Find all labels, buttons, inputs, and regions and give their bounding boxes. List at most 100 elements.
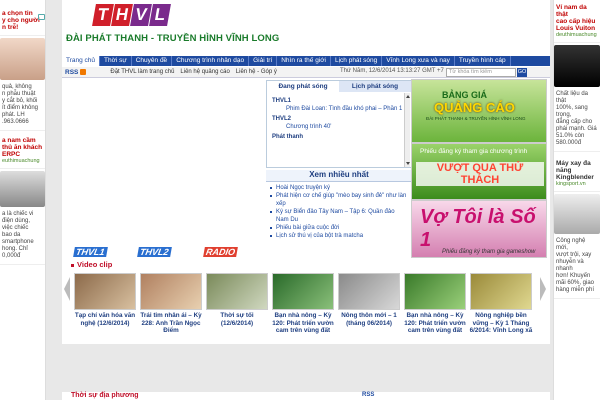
right-ad-2[interactable]: Chất liệu da thật 100%, sang trọng, đẳng…: [554, 89, 600, 152]
station-name: ĐÀI PHÁT THANH - TRUYỀN HÌNH VĨNH LONG: [66, 33, 280, 44]
local-news-heading[interactable]: Thời sự địa phương: [71, 392, 139, 399]
radio-channel-link[interactable]: RADIO: [203, 247, 238, 257]
left-ad-3-image[interactable]: [0, 171, 45, 207]
local-news-rss[interactable]: RSS: [362, 392, 374, 398]
sub-bar: RSS Đặt THVL làm trang chủ Liên hệ quảng…: [62, 67, 550, 78]
rss-link[interactable]: RSS: [65, 68, 87, 76]
carousel-prev-arrow[interactable]: [64, 277, 70, 301]
schedule-scrollbar[interactable]: [404, 93, 410, 167]
list-item[interactable]: Phát hiện cơ chế giúp "mèo bay sinh đẻ" …: [270, 192, 408, 208]
set-homepage-link[interactable]: Đặt THVL làm trang chủ: [110, 69, 174, 75]
logo-letter: L: [149, 4, 171, 26]
right-ad-3-image[interactable]: [554, 194, 600, 234]
current-date: Thứ Năm, 12/6/2014 13:13:27 GMT +7: [340, 68, 444, 74]
video-clip-section: Video clip Tạp chí văn hóa văn nghệ (12/…: [62, 260, 550, 344]
video-caption[interactable]: Bạn nhà nông – Kỳ 120: Phát triển vườn c…: [270, 312, 336, 335]
video-thumbnail[interactable]: [206, 273, 268, 310]
search-input[interactable]: Từ khóa tìm kiếm: [446, 68, 516, 77]
video-item[interactable]: Thời sự tối (12/6/2014): [204, 273, 270, 335]
video-item[interactable]: Bạn nhà nông – Kỳ 120: Phát triển vườn c…: [402, 273, 468, 335]
nav-topics[interactable]: Chuyên đề: [132, 56, 173, 66]
nav-schedule[interactable]: Lịch phát sóng: [331, 56, 383, 66]
list-item[interactable]: Lịch sử thú vị của bột trà matcha: [270, 232, 408, 240]
page: a chọn tin y cho người n trễ! quả, không…: [0, 0, 600, 400]
left-ad-1-image[interactable]: [0, 38, 45, 80]
video-thumbnail[interactable]: [140, 273, 202, 310]
challenge-banner[interactable]: Phiếu đăng ký tham gia chương trình VƯỢT…: [411, 143, 547, 200]
video-item[interactable]: Trái tim nhân ái – Kỳ 228: Anh Trần Ngọc…: [138, 273, 204, 335]
right-ad-1[interactable]: Ví nam da thật cao cấp hiệu Louis Vuiton…: [554, 0, 600, 43]
banner-text: Vợ Tôi là Số 1: [420, 206, 536, 251]
most-viewed-panel: Xem nhiều nhất Hoài Ngọc truyện ký Phát …: [266, 170, 412, 258]
rss-label: RSS: [65, 68, 79, 76]
nav-vinhlong[interactable]: Vĩnh Long xưa và nay: [382, 56, 455, 66]
video-thumbnail[interactable]: [404, 273, 466, 310]
nav-entertainment[interactable]: Giải trí: [249, 56, 278, 66]
list-item[interactable]: Phiếu bài giữa cuộc đời: [270, 224, 408, 232]
right-ad-2-text: Chất liệu da thật 100%, sang trọng, đẳng…: [556, 91, 597, 146]
channel-name[interactable]: Phát thanh: [272, 133, 406, 141]
right-ad-3[interactable]: Máy xay đa năng Kingblender kingsport.vn: [554, 152, 600, 192]
left-ad-4[interactable]: a là chiếc vi điện dùng, việc chiếc bao …: [0, 209, 45, 265]
feedback-link[interactable]: Liên hệ - Góp ý: [236, 69, 277, 75]
most-viewed-title: Xem nhiều nhất: [266, 170, 412, 182]
left-ad-3-title: a nam cầm thủ ăn khách ERPC: [2, 137, 43, 158]
rss-icon: [80, 68, 87, 75]
left-ad-2[interactable]: quả, không n phẫu thuật y cắt bỏ, khối í…: [0, 82, 45, 131]
banner-text: VƯỢT QUA THỬ THÁCH: [416, 162, 544, 186]
left-ad-3-site: euthimuachung: [2, 158, 40, 164]
left-ad-4-text: a là chiếc vi điện dùng, việc chiếc bao …: [2, 211, 34, 259]
channel-program[interactable]: Phim Đài Loan: Tình đầu khó phai – Phần …: [272, 105, 406, 113]
search-button[interactable]: GO: [517, 68, 527, 77]
tab-now-playing[interactable]: Đang phát sóng: [267, 81, 339, 92]
video-caption[interactable]: Thời sự tối (12/6/2014): [204, 312, 270, 327]
live-list: THVL1 Phim Đài Loan: Tình đầu khó phai –…: [267, 92, 411, 168]
video-thumbnail[interactable]: [74, 273, 136, 310]
ad-price-banner[interactable]: BẢNG GIÁ QUẢNG CÁO ĐÀI PHÁT THANH & TRUY…: [411, 79, 547, 143]
right-ad-4[interactable]: Công nghệ mới, vượt trội, xay nhuyễn và …: [554, 236, 600, 299]
thvl1-channel-link[interactable]: THVL1: [73, 247, 108, 257]
video-item[interactable]: Nông thôn mới – 1 (tháng 06/2014): [336, 273, 402, 335]
thvl-logo[interactable]: T H V L: [92, 4, 171, 26]
tab-schedule[interactable]: Lịch phát sóng: [339, 81, 411, 92]
left-ad-3[interactable]: a nam cầm thủ ăn khách ERPC euthimuachun…: [0, 131, 45, 169]
ad-choices-icon[interactable]: [38, 14, 45, 20]
main-content: T H V L ĐÀI PHÁT THANH - TRUYỀN HÌNH VĨN…: [62, 0, 550, 400]
right-ad-3-title: Máy xay đa năng Kingblender: [556, 160, 594, 181]
banner-text: Phiếu đăng ký tham gia chương trình: [420, 148, 528, 155]
video-item[interactable]: Tạp chí văn hóa văn nghệ (12/6/2014): [72, 273, 138, 335]
video-caption[interactable]: Nông thôn mới – 1 (tháng 06/2014): [336, 312, 402, 327]
right-ad-column: Ví nam da thật cao cấp hiệu Louis Vuiton…: [553, 0, 600, 400]
video-caption[interactable]: Tạp chí văn hóa văn nghệ (12/6/2014): [72, 312, 138, 327]
nav-programs[interactable]: Chương trình nhân dạo: [172, 56, 250, 66]
right-ad-4-text: Công nghệ mới, vượt trội, xay nhuyễn và …: [556, 238, 595, 293]
video-thumbnail[interactable]: [272, 273, 334, 310]
video-caption[interactable]: Bạn nhà nông – Kỳ 120: Phát triển vườn c…: [402, 312, 468, 335]
local-news-header: Thời sự địa phương RSS: [62, 392, 550, 400]
channel-program[interactable]: Chương trình 40': [272, 123, 406, 131]
thvl2-channel-link[interactable]: THVL2: [137, 247, 172, 257]
video-caption[interactable]: Nông nghiệp bền vững – Kỳ 1 Tháng 6/2014…: [468, 312, 534, 335]
video-item[interactable]: Nông nghiệp bền vững – Kỳ 1 Tháng 6/2014…: [468, 273, 534, 335]
ad-contact-link[interactable]: Liên hệ quảng cáo: [180, 69, 229, 75]
nav-home[interactable]: Trang chủ: [62, 56, 101, 66]
video-thumbnail[interactable]: [470, 273, 532, 310]
carousel-next-arrow[interactable]: [540, 277, 546, 301]
list-item[interactable]: Ký sự Biển đảo Tây Nam – Tập 6: Quần đảo…: [270, 208, 408, 224]
left-ad-column: a chọn tin y cho người n trễ! quả, không…: [0, 0, 46, 400]
channel-name[interactable]: THVL1: [272, 97, 406, 105]
list-item[interactable]: Hoài Ngọc truyện ký: [270, 184, 408, 192]
nav-world[interactable]: Nhìn ra thế giới: [277, 56, 331, 66]
gameshow-banner[interactable]: Vợ Tôi là Số 1 Phiếu đăng ký tham gia ga…: [411, 200, 547, 258]
video-clip-heading[interactable]: Video clip: [71, 260, 550, 269]
video-caption[interactable]: Trái tim nhân ái – Kỳ 228: Anh Trần Ngọc…: [138, 312, 204, 335]
video-thumbnail[interactable]: [338, 273, 400, 310]
nav-news[interactable]: Thời sự: [100, 56, 132, 66]
right-ad-1-image[interactable]: [554, 45, 600, 87]
banner-text: QUẢNG CÁO: [434, 100, 515, 115]
right-ad-1-site: deuthimuachung: [556, 32, 597, 38]
video-item[interactable]: Bạn nhà nông – Kỳ 120: Phát triển vườn c…: [270, 273, 336, 335]
nav-cable[interactable]: Truyền hình cáp: [455, 56, 511, 66]
channel-name[interactable]: THVL2: [272, 115, 406, 123]
live-tabs: Đang phát sóng Lịch phát sóng: [267, 81, 411, 92]
